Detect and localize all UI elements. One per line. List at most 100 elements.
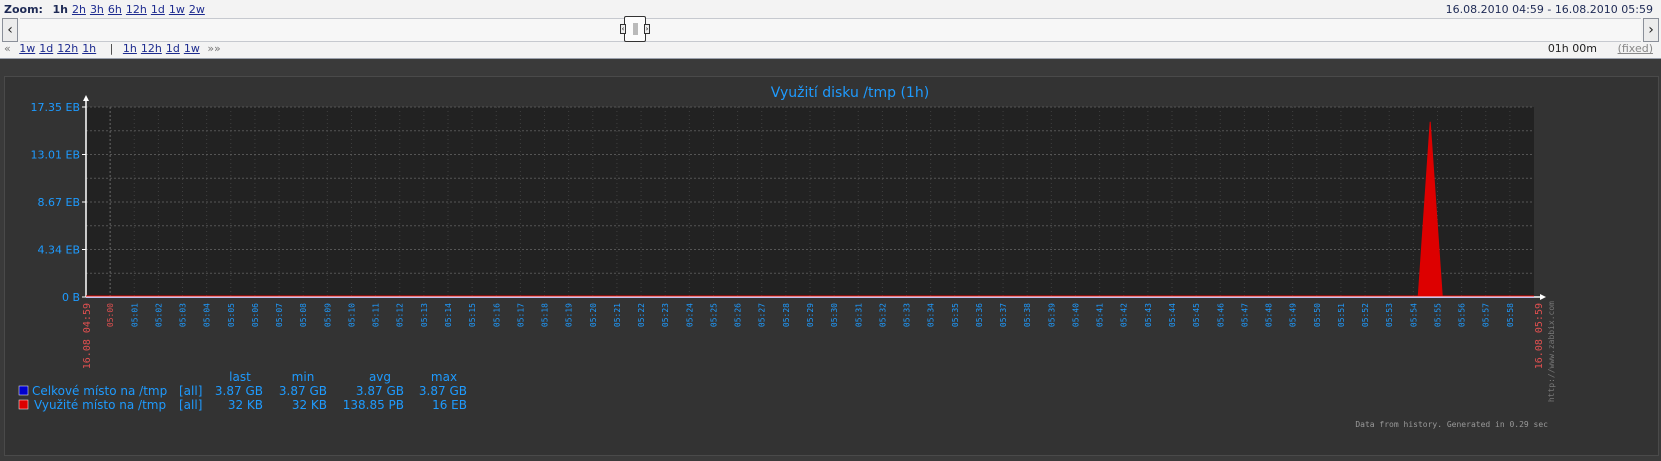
x-tick-label: 05:38 bbox=[1023, 303, 1032, 327]
legend-header-avg: avg bbox=[369, 370, 391, 384]
legend-series-name: Celkové místo na /tmp bbox=[32, 384, 167, 398]
forward-link-1h[interactable]: 1h bbox=[123, 42, 137, 55]
scrollbar-thumb[interactable]: ‹ › bbox=[620, 16, 650, 42]
x-tick-label: 05:50 bbox=[1313, 303, 1322, 327]
y-tick-label: 17.35 EB bbox=[31, 101, 80, 114]
drag-grip-icon bbox=[633, 23, 638, 35]
x-tick-label: 05:55 bbox=[1433, 303, 1442, 327]
x-tick-label: 05:43 bbox=[1144, 303, 1153, 327]
resize-left-handle[interactable]: ‹ bbox=[620, 24, 626, 34]
zoom-link-1d[interactable]: 1d bbox=[151, 3, 165, 16]
x-tick-label: 05:36 bbox=[975, 303, 984, 327]
x-tick-label: 05:58 bbox=[1506, 303, 1515, 327]
x-tick-label: 05:04 bbox=[203, 303, 212, 327]
legend-series-name: Využité místo na /tmp bbox=[34, 398, 166, 412]
resize-right-handle[interactable]: › bbox=[644, 24, 650, 34]
x-tick-label: 05:40 bbox=[1071, 303, 1080, 327]
x-tick-label: 05:41 bbox=[1096, 303, 1105, 327]
zoom-link-2h[interactable]: 2h bbox=[72, 3, 86, 16]
x-tick-label: 05:26 bbox=[734, 303, 743, 327]
period-scrollbar[interactable]: ‹ › bbox=[0, 18, 1661, 42]
x-tick-label: 05:23 bbox=[661, 303, 670, 327]
time-navigation-panel: Zoom: 1h 2h 3h 6h 12h 1d 1w 2w 16.08.2010 04:59… bbox=[0, 0, 1661, 59]
legend-value-min: 3.87 GB bbox=[279, 384, 327, 398]
back-link-12h[interactable]: 12h bbox=[57, 42, 78, 55]
y-axis-arrow-icon bbox=[83, 95, 89, 101]
period-length: 01h 00m bbox=[1547, 42, 1597, 55]
x-tick-label: 05:18 bbox=[541, 303, 550, 327]
x-tick-label: 05:32 bbox=[878, 303, 887, 327]
x-tick-label: 05:16 bbox=[492, 303, 501, 327]
forward-links: 1h 12h 1d 1w bbox=[123, 42, 204, 55]
x-tick-label: 05:08 bbox=[299, 303, 308, 327]
period-shift-bar: « 1w 1d 12h 1h | 1h 12h 1d 1w »» bbox=[4, 42, 226, 56]
x-tick-label: 05:53 bbox=[1385, 303, 1394, 327]
x-tick-label: 05:54 bbox=[1409, 303, 1418, 327]
y-tick-label: 0 B bbox=[62, 291, 80, 304]
x-tick-label: 05:06 bbox=[251, 303, 260, 327]
legend-value-max: 16 EB bbox=[432, 398, 467, 412]
x-tick-label: 05:47 bbox=[1240, 303, 1249, 327]
x-tick-label: 05:52 bbox=[1361, 303, 1370, 327]
x-tick-label: 05:31 bbox=[854, 303, 863, 327]
x-tick-label: 05:10 bbox=[347, 303, 356, 327]
scroll-right-button[interactable]: › bbox=[1643, 18, 1659, 42]
x-tick-label: 05:24 bbox=[685, 303, 694, 327]
x-tick-label: 05:13 bbox=[420, 303, 429, 327]
forward-link-1d[interactable]: 1d bbox=[166, 42, 180, 55]
x-tick-label: 05:25 bbox=[709, 303, 718, 327]
x-tick-label: 05:20 bbox=[589, 303, 598, 327]
zoom-bar: Zoom: 1h 2h 3h 6h 12h 1d 1w 2w bbox=[4, 2, 209, 18]
x-tick-label: 05:17 bbox=[516, 303, 525, 327]
zoom-link-3h[interactable]: 3h bbox=[90, 3, 104, 16]
start-date-label: 16.08 04:59 bbox=[82, 303, 93, 369]
forward-link-12h[interactable]: 12h bbox=[141, 42, 162, 55]
y-tick-label: 8.67 EB bbox=[38, 196, 81, 209]
x-tick-label: 05:07 bbox=[275, 303, 284, 327]
x-tick-label: 05:21 bbox=[613, 303, 622, 327]
back-link-1h[interactable]: 1h bbox=[82, 42, 96, 55]
scrollbar-track[interactable] bbox=[20, 18, 1641, 42]
x-tick-label: 05:09 bbox=[323, 303, 332, 327]
x-tick-label: 05:57 bbox=[1482, 303, 1491, 327]
x-tick-label: 05:00 bbox=[106, 303, 115, 327]
x-tick-label: 05:37 bbox=[999, 303, 1008, 327]
x-tick-label: 05:34 bbox=[927, 303, 936, 327]
arrow-right-icon: › bbox=[645, 25, 649, 33]
y-tick-label: 13.01 EB bbox=[31, 149, 80, 162]
x-tick-label: 05:29 bbox=[806, 303, 815, 327]
period-from: 16.08.2010 04:59 bbox=[1445, 3, 1544, 16]
x-tick-label: 05:05 bbox=[227, 303, 236, 327]
back-links: 1w 1d 12h 1h bbox=[19, 42, 100, 55]
period-to: 16.08.2010 05:59 bbox=[1554, 3, 1653, 16]
zoom-links: 1h 2h 3h 6h 12h 1d 1w 2w bbox=[52, 3, 208, 16]
x-tick-label: 05:51 bbox=[1337, 303, 1346, 327]
x-tick-label: 05:27 bbox=[758, 303, 767, 327]
x-tick-label: 05:39 bbox=[1047, 303, 1056, 327]
legend-value-last: 3.87 GB bbox=[215, 384, 263, 398]
zoom-link-1w[interactable]: 1w bbox=[169, 3, 185, 16]
x-tick-label: 05:42 bbox=[1120, 303, 1129, 327]
legend-value-avg: 138.85 PB bbox=[343, 398, 404, 412]
disk-usage-graph: Využití disku /tmp (1h) 0 B 4.34 EB 8.67 EB… bbox=[18, 85, 1556, 429]
graph-panel: Využití disku /tmp (1h) 0 B 4.34 EB 8.67 EB… bbox=[4, 76, 1659, 456]
back-link-1w[interactable]: 1w bbox=[19, 42, 35, 55]
legend-header-max: max bbox=[431, 370, 457, 384]
scroll-left-button[interactable]: ‹ bbox=[2, 18, 18, 42]
fixed-toggle[interactable]: (fixed) bbox=[1618, 42, 1653, 56]
forward-link-1w[interactable]: 1w bbox=[184, 42, 200, 55]
x-tick-label: 05:22 bbox=[637, 303, 646, 327]
zoom-link-12h[interactable]: 12h bbox=[126, 3, 147, 16]
x-tick-label: 05:28 bbox=[782, 303, 791, 327]
zoom-link-1h[interactable]: 1h bbox=[52, 3, 68, 16]
end-date-label: 16.08 05:59 bbox=[1534, 303, 1545, 369]
zoom-link-6h[interactable]: 6h bbox=[108, 3, 122, 16]
x-tick-label: 05:45 bbox=[1192, 303, 1201, 327]
back-link-1d[interactable]: 1d bbox=[39, 42, 53, 55]
x-tick-label: 05:49 bbox=[1289, 303, 1298, 327]
x-tick-label: 05:12 bbox=[396, 303, 405, 327]
x-tick-label: 05:02 bbox=[154, 303, 163, 327]
x-axis-arrow-icon bbox=[1540, 294, 1546, 300]
zoom-link-2w[interactable]: 2w bbox=[189, 3, 205, 16]
x-tick-label: 05:33 bbox=[903, 303, 912, 327]
